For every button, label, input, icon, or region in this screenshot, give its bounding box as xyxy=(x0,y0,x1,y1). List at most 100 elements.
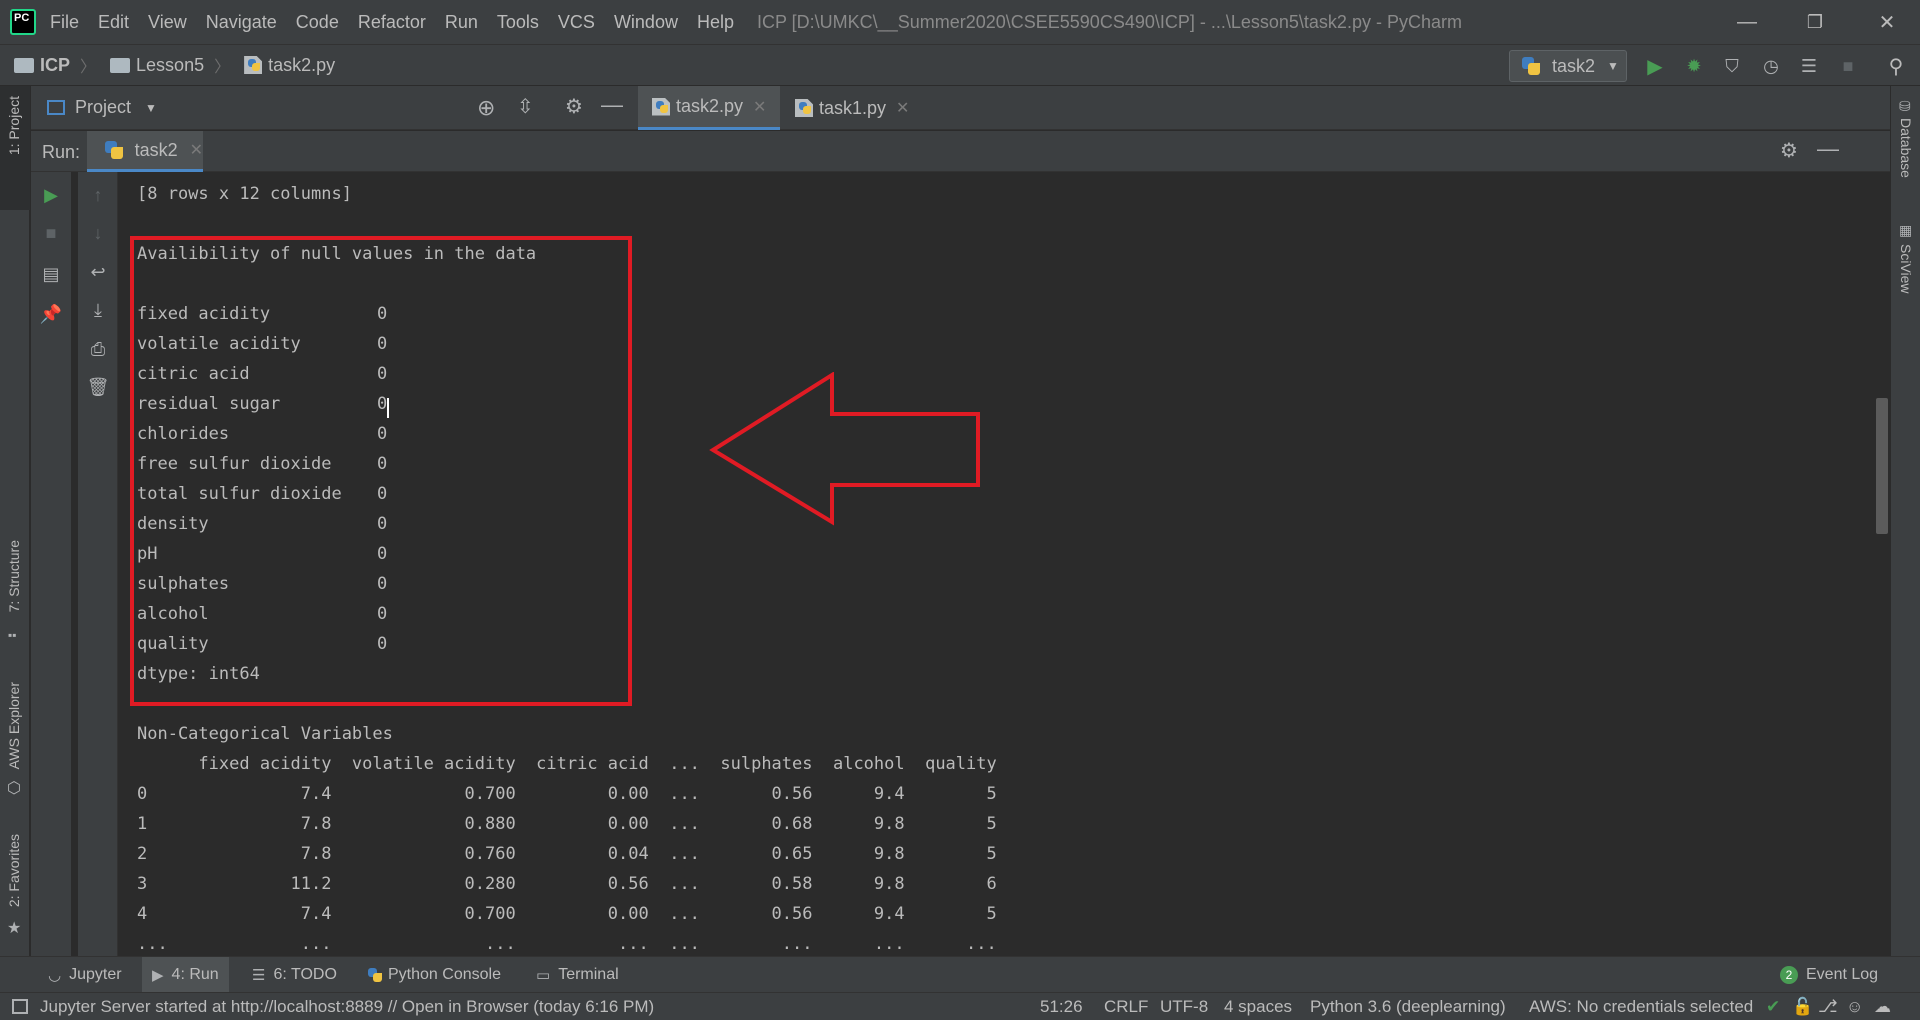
collapse-all-icon[interactable]: ⇳ xyxy=(517,94,534,119)
menu-refactor[interactable]: Refactor xyxy=(358,12,426,33)
breadcrumb-task2[interactable]: task2.py xyxy=(244,55,335,76)
menu-run[interactable]: Run xyxy=(445,12,478,33)
layout-icon[interactable]: ▤ xyxy=(40,263,62,285)
caret-position[interactable]: 51:26 xyxy=(1040,997,1083,1017)
stop-icon[interactable]: ■ xyxy=(40,222,62,244)
tool-label: Terminal xyxy=(558,966,619,983)
coverage-icon[interactable]: ⛉ xyxy=(1721,55,1743,77)
database-tab[interactable]: Database xyxy=(1898,118,1914,178)
structure-tab[interactable]: 7: Structure xyxy=(6,540,22,612)
python-console-tool-tab[interactable]: Python Console xyxy=(368,966,501,984)
run-icon[interactable]: ▶ xyxy=(1644,55,1666,78)
git-icon[interactable]: ⎇ xyxy=(1818,997,1838,1017)
restore-button[interactable]: ❐ xyxy=(1786,0,1844,44)
todo-tool-tab[interactable]: ☰ 6: TODO xyxy=(252,966,337,984)
check-icon[interactable]: ✔ xyxy=(1766,997,1780,1017)
soft-wrap-icon[interactable]: ↩ xyxy=(87,261,109,283)
breadcrumb-separator-icon: 〉 xyxy=(214,59,231,76)
concurrency-icon[interactable]: ☰ xyxy=(1798,55,1820,77)
scroll-to-end-icon[interactable]: ⤓ xyxy=(87,299,109,321)
terminal-icon: ▭ xyxy=(536,967,551,984)
project-tool-tab[interactable]: 1: Project xyxy=(0,86,30,210)
status-message[interactable]: Jupyter Server started at http://localho… xyxy=(40,997,654,1017)
search-icon[interactable]: ⚲ xyxy=(1885,55,1907,78)
jupyter-icon: ◡ xyxy=(48,967,62,984)
left-tool-strip: 1: Project 7: Structure ▪▪ AWS Explorer … xyxy=(0,86,30,956)
terminal-tool-tab[interactable]: ▭ Terminal xyxy=(536,966,619,984)
arrow-down-icon[interactable]: ↓ xyxy=(87,222,109,244)
sciview-tab[interactable]: SciView xyxy=(1898,244,1914,294)
folder-icon xyxy=(110,57,131,73)
menu-help[interactable]: Help xyxy=(697,12,734,33)
close-tab-icon[interactable]: ✕ xyxy=(896,98,909,118)
hide-panel-icon[interactable]: — xyxy=(1817,136,1839,162)
trash-icon[interactable]: 🗑 xyxy=(87,376,110,398)
python-file-icon xyxy=(244,56,263,74)
menu-window[interactable]: Window xyxy=(614,12,678,33)
window-title: ICP [D:\UMKC\__Summer2020\CSEE5590CS490\… xyxy=(757,11,1462,32)
close-window-button[interactable]: ✕ xyxy=(1858,0,1916,44)
tab-task2-py[interactable]: task2.py ✕ xyxy=(638,86,781,130)
pycharm-logo-icon xyxy=(10,9,36,35)
notifications-icon[interactable]: ☁ xyxy=(1874,997,1891,1017)
tab-task1-py[interactable]: task1.py ✕ xyxy=(781,86,923,130)
jupyter-tool-tab[interactable]: ◡ Jupyter xyxy=(48,966,122,984)
breadcrumb-label: task2.py xyxy=(268,54,336,75)
gear-icon[interactable]: ⚙ xyxy=(1780,138,1798,163)
dataframe-row: 1 7.8 0.880 0.00 ... 0.68 9.8 5 xyxy=(137,814,997,834)
aws-explorer-tab[interactable]: AWS Explorer xyxy=(6,682,22,769)
python-interpreter[interactable]: Python 3.6 (deeplearning) xyxy=(1310,997,1506,1017)
profile-icon[interactable]: ◷ xyxy=(1760,55,1782,77)
menu-navigate[interactable]: Navigate xyxy=(206,12,277,33)
project-view-selector[interactable]: Project xyxy=(75,97,131,118)
event-log-tool-tab[interactable]: 2 Event Log xyxy=(1780,966,1878,984)
menu-code[interactable]: Code xyxy=(296,12,339,33)
pin-icon[interactable]: 📌 xyxy=(40,303,62,325)
close-tab-icon[interactable]: ✕ xyxy=(190,140,203,160)
favorites-tab[interactable]: 2: Favorites xyxy=(6,834,22,907)
gear-icon[interactable]: ⚙ xyxy=(565,94,583,119)
breadcrumb-lesson5[interactable]: Lesson5 〉 xyxy=(110,53,230,77)
python-icon xyxy=(105,141,123,159)
run-tab-task2[interactable]: task2 ✕ xyxy=(87,131,203,172)
locate-icon[interactable]: ⊕ xyxy=(477,95,495,121)
menu-tools[interactable]: Tools xyxy=(497,12,539,33)
arrow-up-icon[interactable]: ↑ xyxy=(87,184,109,206)
arrow-shape xyxy=(709,372,980,526)
run-configuration-dropdown[interactable]: task2 ▼ xyxy=(1509,50,1627,82)
database-icon: ⛁ xyxy=(1899,98,1911,114)
debug-icon[interactable]: ✹ xyxy=(1683,55,1705,77)
python-icon xyxy=(368,968,382,982)
project-panel-header: Project ▼ ⊕ ⇳ ⚙ — xyxy=(31,86,637,130)
menu-file[interactable]: File xyxy=(50,12,79,33)
hide-panel-icon[interactable]: — xyxy=(601,92,623,118)
run-toolbar-primary: ▶ ■ ▤ 📌 xyxy=(31,172,71,956)
close-tab-icon[interactable]: ✕ xyxy=(753,97,766,117)
file-encoding[interactable]: UTF-8 xyxy=(1160,997,1208,1017)
event-count-badge: 2 xyxy=(1780,966,1798,984)
chevron-down-icon: ▼ xyxy=(1607,59,1619,73)
inspector-icon[interactable]: ☺ xyxy=(1846,997,1863,1017)
tool-label: Python Console xyxy=(388,966,501,983)
indent-setting[interactable]: 4 spaces xyxy=(1224,997,1292,1017)
stop-icon[interactable]: ■ xyxy=(1837,55,1859,77)
aws-credentials[interactable]: AWS: No credentials selected xyxy=(1529,997,1753,1017)
menu-vcs[interactable]: VCS xyxy=(558,12,595,33)
run-tool-tab[interactable]: ▶ 4: Run xyxy=(142,957,229,993)
chevron-down-icon[interactable]: ▼ xyxy=(145,101,157,115)
red-arrow-annotation xyxy=(709,372,980,526)
line-separator[interactable]: CRLF xyxy=(1104,997,1148,1017)
print-icon[interactable]: ⎙ xyxy=(87,338,109,360)
cube-icon: ⬡ xyxy=(7,780,21,797)
menu-view[interactable]: View xyxy=(148,12,187,33)
menu-edit[interactable]: Edit xyxy=(98,12,129,33)
breadcrumb-icp[interactable]: ICP 〉 xyxy=(14,53,96,77)
minimize-button[interactable]: — xyxy=(1718,0,1776,44)
tool-label: Event Log xyxy=(1806,966,1879,983)
run-console-output[interactable]: [8 rows x 12 columns] Availibility of nu… xyxy=(119,172,1890,956)
scrollbar-thumb[interactable] xyxy=(1876,398,1888,534)
lock-icon[interactable]: 🔓 xyxy=(1792,997,1813,1017)
rerun-icon[interactable]: ▶ xyxy=(40,184,62,206)
dataframe-row: 0 7.4 0.700 0.00 ... 0.56 9.4 5 xyxy=(137,784,997,804)
toggle-tool-windows-icon[interactable] xyxy=(12,999,28,1014)
